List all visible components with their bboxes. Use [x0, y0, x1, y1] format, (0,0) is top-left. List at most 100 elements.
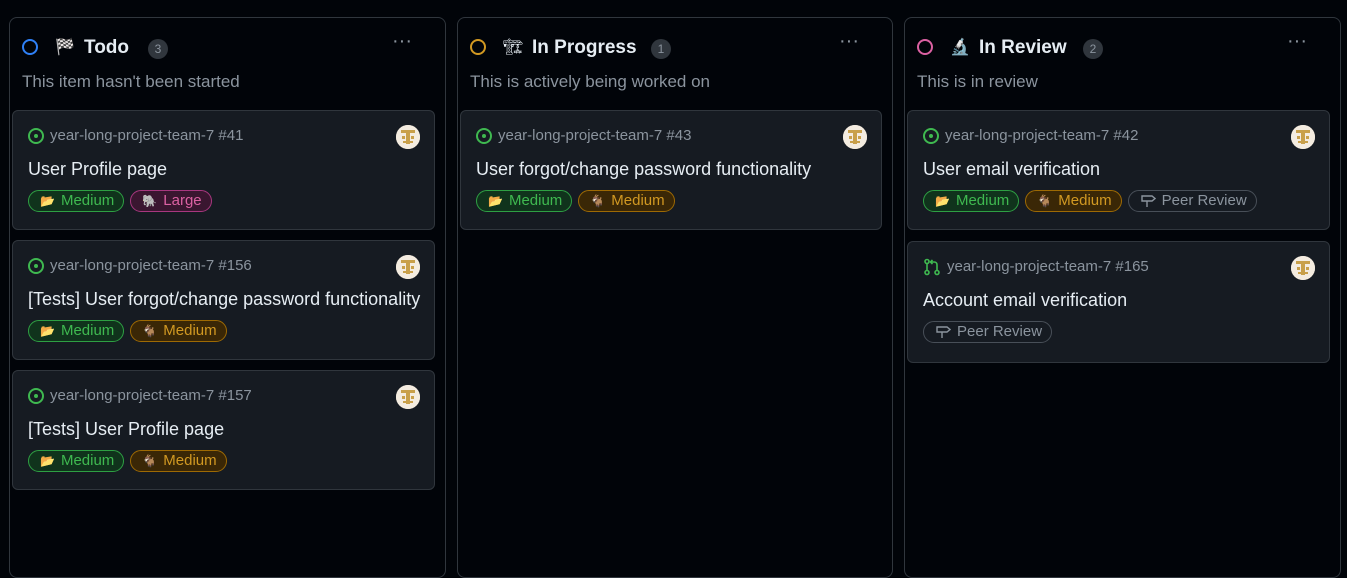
card-labels: 📂 Medium 🐐 Medium	[476, 190, 675, 212]
column-header: 🔬 In Review 2 ··· This is in review	[905, 18, 1340, 98]
label-pill[interactable]: 📂 Medium	[923, 190, 1020, 212]
column-title: In Review	[979, 37, 1067, 58]
column-in-review: 🔬 In Review 2 ··· This is in review year-long…	[904, 17, 1341, 578]
card-labels: 📂 Medium 🐐 Medium	[28, 320, 227, 342]
project-card[interactable]: year-long-project-team-7 #43 User forgot/…	[460, 110, 882, 230]
label-text: Medium	[60, 192, 115, 209]
label-emoji-icon: 📂	[40, 324, 55, 338]
label-text: Large	[163, 192, 202, 209]
assignee-avatar[interactable]	[396, 125, 420, 149]
card-labels: 📂 Medium 🐘 Large	[28, 190, 212, 212]
assignee-avatar[interactable]	[1291, 125, 1315, 149]
project-card[interactable]: year-long-project-team-7 #165 Account ema…	[907, 241, 1330, 363]
card-reference: year-long-project-team-7 #41	[28, 127, 243, 145]
label-text: Medium	[163, 452, 217, 469]
label-pill[interactable]: 📂 Medium	[28, 320, 125, 342]
card-title[interactable]: [Tests] User forgot/change password func…	[28, 288, 420, 310]
card-title[interactable]: User email verification	[923, 158, 1100, 180]
label-text: Peer Review	[957, 323, 1043, 340]
open-issue-icon	[28, 258, 44, 274]
project-card[interactable]: year-long-project-team-7 #42 User email v…	[907, 110, 1330, 230]
status-circle-icon	[470, 39, 486, 55]
column-title: In Progress	[532, 37, 637, 58]
card-title[interactable]: User Profile page	[28, 158, 167, 180]
column-emoji-icon: 🏁	[55, 39, 75, 56]
column-description: This item hasn't been started	[22, 72, 240, 91]
label-pill[interactable]: 🐐 Medium	[130, 320, 227, 342]
label-text: Medium	[955, 192, 1010, 209]
label-pill[interactable]: 📂 Medium	[28, 450, 125, 472]
column-emoji-icon: 🔬	[950, 39, 970, 56]
card-labels: 📂 Medium 🐐 Medium	[28, 450, 227, 472]
column-emoji-icon: 🏗	[503, 39, 524, 56]
project-card[interactable]: year-long-project-team-7 #41 User Profile…	[12, 110, 435, 230]
label-text: Peer Review	[1161, 192, 1247, 209]
card-reference: year-long-project-team-7 #157	[28, 387, 252, 405]
label-pill[interactable]: 📂 Medium	[476, 190, 573, 212]
status-circle-icon	[917, 39, 933, 55]
assignee-avatar[interactable]	[396, 255, 420, 279]
card-title[interactable]: [Tests] User Profile page	[28, 418, 224, 440]
label-emoji-icon: 📂	[40, 454, 55, 468]
column-todo: 🏁 Todo 3 ··· This item hasn't been started ye…	[9, 17, 446, 578]
item-count-badge: 1	[651, 39, 671, 59]
assignee-avatar[interactable]	[1291, 256, 1315, 280]
repo-issue-link[interactable]: year-long-project-team-7 #165	[947, 258, 1149, 276]
column-in-progress: 🏗 In Progress 1 ··· This is actively being w…	[457, 17, 893, 578]
card-reference: year-long-project-team-7 #156	[28, 257, 252, 275]
column-title: Todo	[84, 37, 130, 58]
label-text: Medium	[508, 192, 563, 209]
pull-request-icon	[924, 258, 940, 276]
open-issue-icon	[923, 128, 939, 144]
label-emoji-icon: 📂	[935, 194, 950, 208]
column-description: This is actively being worked on	[470, 72, 711, 91]
label-pill[interactable]: 📂 Medium	[28, 190, 125, 212]
column-more-options-button[interactable]: ···	[1284, 31, 1310, 54]
item-count-badge: 3	[148, 39, 168, 59]
label-text: Medium	[60, 322, 115, 339]
open-issue-icon	[28, 388, 44, 404]
label-pill[interactable]: Peer Review	[1127, 190, 1257, 212]
signpost-icon	[1140, 195, 1156, 207]
project-card[interactable]: year-long-project-team-7 #157 [Tests] Use…	[12, 370, 435, 490]
label-pill[interactable]: 🐘 Large	[130, 190, 212, 212]
status-circle-icon	[22, 39, 38, 55]
card-labels: Peer Review	[923, 321, 1053, 343]
repo-issue-link[interactable]: year-long-project-team-7 #43	[498, 127, 691, 145]
label-pill[interactable]: Peer Review	[923, 321, 1053, 343]
assignee-avatar[interactable]	[843, 125, 867, 149]
card-labels: 📂 Medium 🐐 Medium Peer Review	[923, 190, 1257, 212]
label-emoji-icon: 🐘	[142, 194, 158, 208]
column-description: This is in review	[917, 72, 1038, 91]
repo-issue-link[interactable]: year-long-project-team-7 #41	[50, 127, 243, 145]
open-issue-icon	[476, 128, 492, 144]
card-title[interactable]: User forgot/change password functionalit…	[476, 158, 811, 180]
label-text: Medium	[60, 452, 115, 469]
column-header: 🏁 Todo 3 ··· This item hasn't been started	[10, 18, 445, 98]
label-text: Medium	[611, 192, 665, 209]
label-emoji-icon: 🐐	[142, 454, 158, 468]
label-emoji-icon: 📂	[40, 194, 55, 208]
label-pill[interactable]: 🐐 Medium	[1025, 190, 1122, 212]
repo-issue-link[interactable]: year-long-project-team-7 #157	[50, 387, 252, 405]
item-count-badge: 2	[1083, 39, 1103, 59]
column-more-options-button[interactable]: ···	[836, 31, 862, 54]
label-pill[interactable]: 🐐 Medium	[130, 450, 227, 472]
label-emoji-icon: 🐐	[142, 324, 158, 338]
signpost-icon	[936, 326, 951, 338]
project-card[interactable]: year-long-project-team-7 #156 [Tests] Use…	[12, 240, 435, 360]
column-header: 🏗 In Progress 1 ··· This is actively being w…	[458, 18, 892, 98]
label-emoji-icon: 🐐	[1037, 194, 1053, 208]
card-reference: year-long-project-team-7 #42	[923, 127, 1138, 145]
card-title[interactable]: Account email verification	[923, 289, 1127, 311]
assignee-avatar[interactable]	[396, 385, 420, 409]
label-text: Medium	[1058, 192, 1112, 209]
repo-issue-link[interactable]: year-long-project-team-7 #42	[945, 127, 1138, 145]
column-more-options-button[interactable]: ···	[389, 31, 415, 54]
label-pill[interactable]: 🐐 Medium	[578, 190, 675, 212]
open-issue-icon	[28, 128, 44, 144]
repo-issue-link[interactable]: year-long-project-team-7 #156	[50, 257, 252, 275]
label-text: Medium	[163, 322, 217, 339]
card-reference: year-long-project-team-7 #43	[476, 127, 691, 145]
label-emoji-icon: 📂	[488, 194, 503, 208]
